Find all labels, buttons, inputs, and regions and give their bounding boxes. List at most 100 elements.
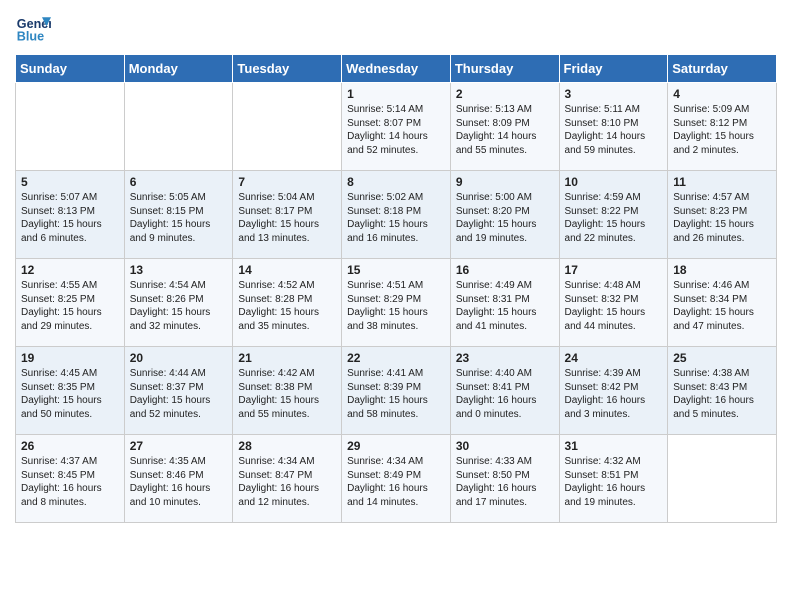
day-info: Sunrise: 4:39 AM Sunset: 8:42 PM Dayligh… bbox=[565, 367, 663, 421]
day-info: Sunrise: 5:11 AM Sunset: 8:10 PM Dayligh… bbox=[565, 103, 663, 157]
day-info: Sunrise: 4:41 AM Sunset: 8:39 PM Dayligh… bbox=[347, 367, 445, 421]
day-number: 9 bbox=[456, 175, 554, 189]
day-info: Sunrise: 5:14 AM Sunset: 8:07 PM Dayligh… bbox=[347, 103, 445, 157]
day-number: 22 bbox=[347, 351, 445, 365]
day-number: 5 bbox=[21, 175, 119, 189]
day-number: 23 bbox=[456, 351, 554, 365]
calendar-cell-1-5: 2 Sunrise: 5:13 AM Sunset: 8:09 PM Daylig… bbox=[450, 83, 559, 171]
calendar-cell-3-5: 16 Sunrise: 4:49 AM Sunset: 8:31 PM Dayli… bbox=[450, 259, 559, 347]
calendar-cell-1-4: 1 Sunrise: 5:14 AM Sunset: 8:07 PM Daylig… bbox=[342, 83, 451, 171]
day-info: Sunrise: 4:59 AM Sunset: 8:22 PM Dayligh… bbox=[565, 191, 663, 245]
calendar-cell-4-3: 21 Sunrise: 4:42 AM Sunset: 8:38 PM Dayli… bbox=[233, 347, 342, 435]
day-number: 6 bbox=[130, 175, 228, 189]
day-info: Sunrise: 4:49 AM Sunset: 8:31 PM Dayligh… bbox=[456, 279, 554, 333]
calendar-table: SundayMondayTuesdayWednesdayThursdayFrid… bbox=[15, 54, 777, 523]
day-number: 26 bbox=[21, 439, 119, 453]
calendar-cell-5-2: 27Sunrise: 4:35 AM Sunset: 8:46 PM Dayli… bbox=[124, 435, 233, 523]
logo-icon: General Blue bbox=[15, 10, 51, 46]
day-number: 24 bbox=[565, 351, 663, 365]
day-number: 11 bbox=[673, 175, 771, 189]
day-number: 7 bbox=[238, 175, 336, 189]
day-info: Sunrise: 5:09 AM Sunset: 8:12 PM Dayligh… bbox=[673, 103, 771, 157]
col-header-thursday: Thursday bbox=[450, 55, 559, 83]
day-info: Sunrise: 4:44 AM Sunset: 8:37 PM Dayligh… bbox=[130, 367, 228, 421]
day-number: 13 bbox=[130, 263, 228, 277]
day-number: 20 bbox=[130, 351, 228, 365]
day-info: Sunrise: 4:57 AM Sunset: 8:23 PM Dayligh… bbox=[673, 191, 771, 245]
day-info: Sunrise: 4:54 AM Sunset: 8:26 PM Dayligh… bbox=[130, 279, 228, 333]
day-info: Sunrise: 4:40 AM Sunset: 8:41 PM Dayligh… bbox=[456, 367, 554, 421]
day-info: Sunrise: 4:32 AM Sunset: 8:51 PM Dayligh… bbox=[565, 455, 663, 509]
calendar-cell-4-7: 25 Sunrise: 4:38 AM Sunset: 8:43 PM Dayli… bbox=[668, 347, 777, 435]
day-number: 30 bbox=[456, 439, 554, 453]
day-info: Sunrise: 4:34 AM Sunset: 8:49 PM Dayligh… bbox=[347, 455, 445, 509]
day-number: 17 bbox=[565, 263, 663, 277]
day-number: 28 bbox=[238, 439, 336, 453]
calendar-cell-5-1: 26Sunrise: 4:37 AM Sunset: 8:45 PM Dayli… bbox=[16, 435, 125, 523]
calendar-cell-2-1: 5 Sunrise: 5:07 AM Sunset: 8:13 PM Daylig… bbox=[16, 171, 125, 259]
week-row-3: 12Sunrise: 4:55 AM Sunset: 8:25 PM Dayli… bbox=[16, 259, 777, 347]
day-number: 27 bbox=[130, 439, 228, 453]
day-info: Sunrise: 4:33 AM Sunset: 8:50 PM Dayligh… bbox=[456, 455, 554, 509]
day-number: 8 bbox=[347, 175, 445, 189]
day-info: Sunrise: 5:07 AM Sunset: 8:13 PM Dayligh… bbox=[21, 191, 119, 245]
calendar-cell-1-7: 4Sunrise: 5:09 AM Sunset: 8:12 PM Daylig… bbox=[668, 83, 777, 171]
calendar-cell-4-1: 19 Sunrise: 4:45 AM Sunset: 8:35 PM Dayli… bbox=[16, 347, 125, 435]
day-number: 15 bbox=[347, 263, 445, 277]
calendar-cell-3-6: 17 Sunrise: 4:48 AM Sunset: 8:32 PM Dayli… bbox=[559, 259, 668, 347]
day-info: Sunrise: 4:42 AM Sunset: 8:38 PM Dayligh… bbox=[238, 367, 336, 421]
day-info: Sunrise: 4:48 AM Sunset: 8:32 PM Dayligh… bbox=[565, 279, 663, 333]
day-info: Sunrise: 4:51 AM Sunset: 8:29 PM Dayligh… bbox=[347, 279, 445, 333]
calendar-cell-2-6: 10 Sunrise: 4:59 AM Sunset: 8:22 PM Dayli… bbox=[559, 171, 668, 259]
day-number: 18 bbox=[673, 263, 771, 277]
calendar-cell-5-7 bbox=[668, 435, 777, 523]
calendar-cell-3-7: 18 Sunrise: 4:46 AM Sunset: 8:34 PM Dayli… bbox=[668, 259, 777, 347]
week-row-5: 26Sunrise: 4:37 AM Sunset: 8:45 PM Dayli… bbox=[16, 435, 777, 523]
calendar-cell-1-2 bbox=[124, 83, 233, 171]
svg-text:Blue: Blue bbox=[17, 30, 44, 44]
day-info: Sunrise: 4:45 AM Sunset: 8:35 PM Dayligh… bbox=[21, 367, 119, 421]
day-number: 12 bbox=[21, 263, 119, 277]
day-number: 1 bbox=[347, 87, 445, 101]
calendar-cell-2-4: 8 Sunrise: 5:02 AM Sunset: 8:18 PM Daylig… bbox=[342, 171, 451, 259]
col-header-monday: Monday bbox=[124, 55, 233, 83]
day-number: 19 bbox=[21, 351, 119, 365]
calendar-cell-3-4: 15 Sunrise: 4:51 AM Sunset: 8:29 PM Dayli… bbox=[342, 259, 451, 347]
col-header-wednesday: Wednesday bbox=[342, 55, 451, 83]
day-number: 14 bbox=[238, 263, 336, 277]
calendar-cell-2-3: 7 Sunrise: 5:04 AM Sunset: 8:17 PM Daylig… bbox=[233, 171, 342, 259]
calendar-cell-4-6: 24 Sunrise: 4:39 AM Sunset: 8:42 PM Dayli… bbox=[559, 347, 668, 435]
day-info: Sunrise: 5:13 AM Sunset: 8:09 PM Dayligh… bbox=[456, 103, 554, 157]
week-row-1: 1 Sunrise: 5:14 AM Sunset: 8:07 PM Daylig… bbox=[16, 83, 777, 171]
day-info: Sunrise: 4:34 AM Sunset: 8:47 PM Dayligh… bbox=[238, 455, 336, 509]
day-info: Sunrise: 5:04 AM Sunset: 8:17 PM Dayligh… bbox=[238, 191, 336, 245]
day-number: 3 bbox=[565, 87, 663, 101]
logo: General Blue bbox=[15, 10, 51, 46]
calendar-cell-2-5: 9Sunrise: 5:00 AM Sunset: 8:20 PM Daylig… bbox=[450, 171, 559, 259]
day-info: Sunrise: 4:46 AM Sunset: 8:34 PM Dayligh… bbox=[673, 279, 771, 333]
calendar-cell-1-3 bbox=[233, 83, 342, 171]
day-number: 10 bbox=[565, 175, 663, 189]
day-number: 16 bbox=[456, 263, 554, 277]
day-info: Sunrise: 5:05 AM Sunset: 8:15 PM Dayligh… bbox=[130, 191, 228, 245]
calendar-cell-3-3: 14 Sunrise: 4:52 AM Sunset: 8:28 PM Dayli… bbox=[233, 259, 342, 347]
day-info: Sunrise: 5:02 AM Sunset: 8:18 PM Dayligh… bbox=[347, 191, 445, 245]
calendar-cell-4-5: 23 Sunrise: 4:40 AM Sunset: 8:41 PM Dayli… bbox=[450, 347, 559, 435]
calendar-cell-1-1 bbox=[16, 83, 125, 171]
col-header-tuesday: Tuesday bbox=[233, 55, 342, 83]
calendar-cell-3-1: 12Sunrise: 4:55 AM Sunset: 8:25 PM Dayli… bbox=[16, 259, 125, 347]
day-number: 25 bbox=[673, 351, 771, 365]
calendar-cell-5-6: 31 Sunrise: 4:32 AM Sunset: 8:51 PM Dayli… bbox=[559, 435, 668, 523]
day-number: 29 bbox=[347, 439, 445, 453]
calendar-cell-2-2: 6 Sunrise: 5:05 AM Sunset: 8:15 PM Daylig… bbox=[124, 171, 233, 259]
calendar-cell-5-4: 29 Sunrise: 4:34 AM Sunset: 8:49 PM Dayli… bbox=[342, 435, 451, 523]
col-header-friday: Friday bbox=[559, 55, 668, 83]
day-info: Sunrise: 4:38 AM Sunset: 8:43 PM Dayligh… bbox=[673, 367, 771, 421]
day-number: 2 bbox=[456, 87, 554, 101]
day-number: 21 bbox=[238, 351, 336, 365]
week-row-4: 19 Sunrise: 4:45 AM Sunset: 8:35 PM Dayli… bbox=[16, 347, 777, 435]
day-number: 31 bbox=[565, 439, 663, 453]
page-header: General Blue bbox=[15, 10, 777, 46]
calendar-cell-5-3: 28 Sunrise: 4:34 AM Sunset: 8:47 PM Dayli… bbox=[233, 435, 342, 523]
day-info: Sunrise: 4:52 AM Sunset: 8:28 PM Dayligh… bbox=[238, 279, 336, 333]
